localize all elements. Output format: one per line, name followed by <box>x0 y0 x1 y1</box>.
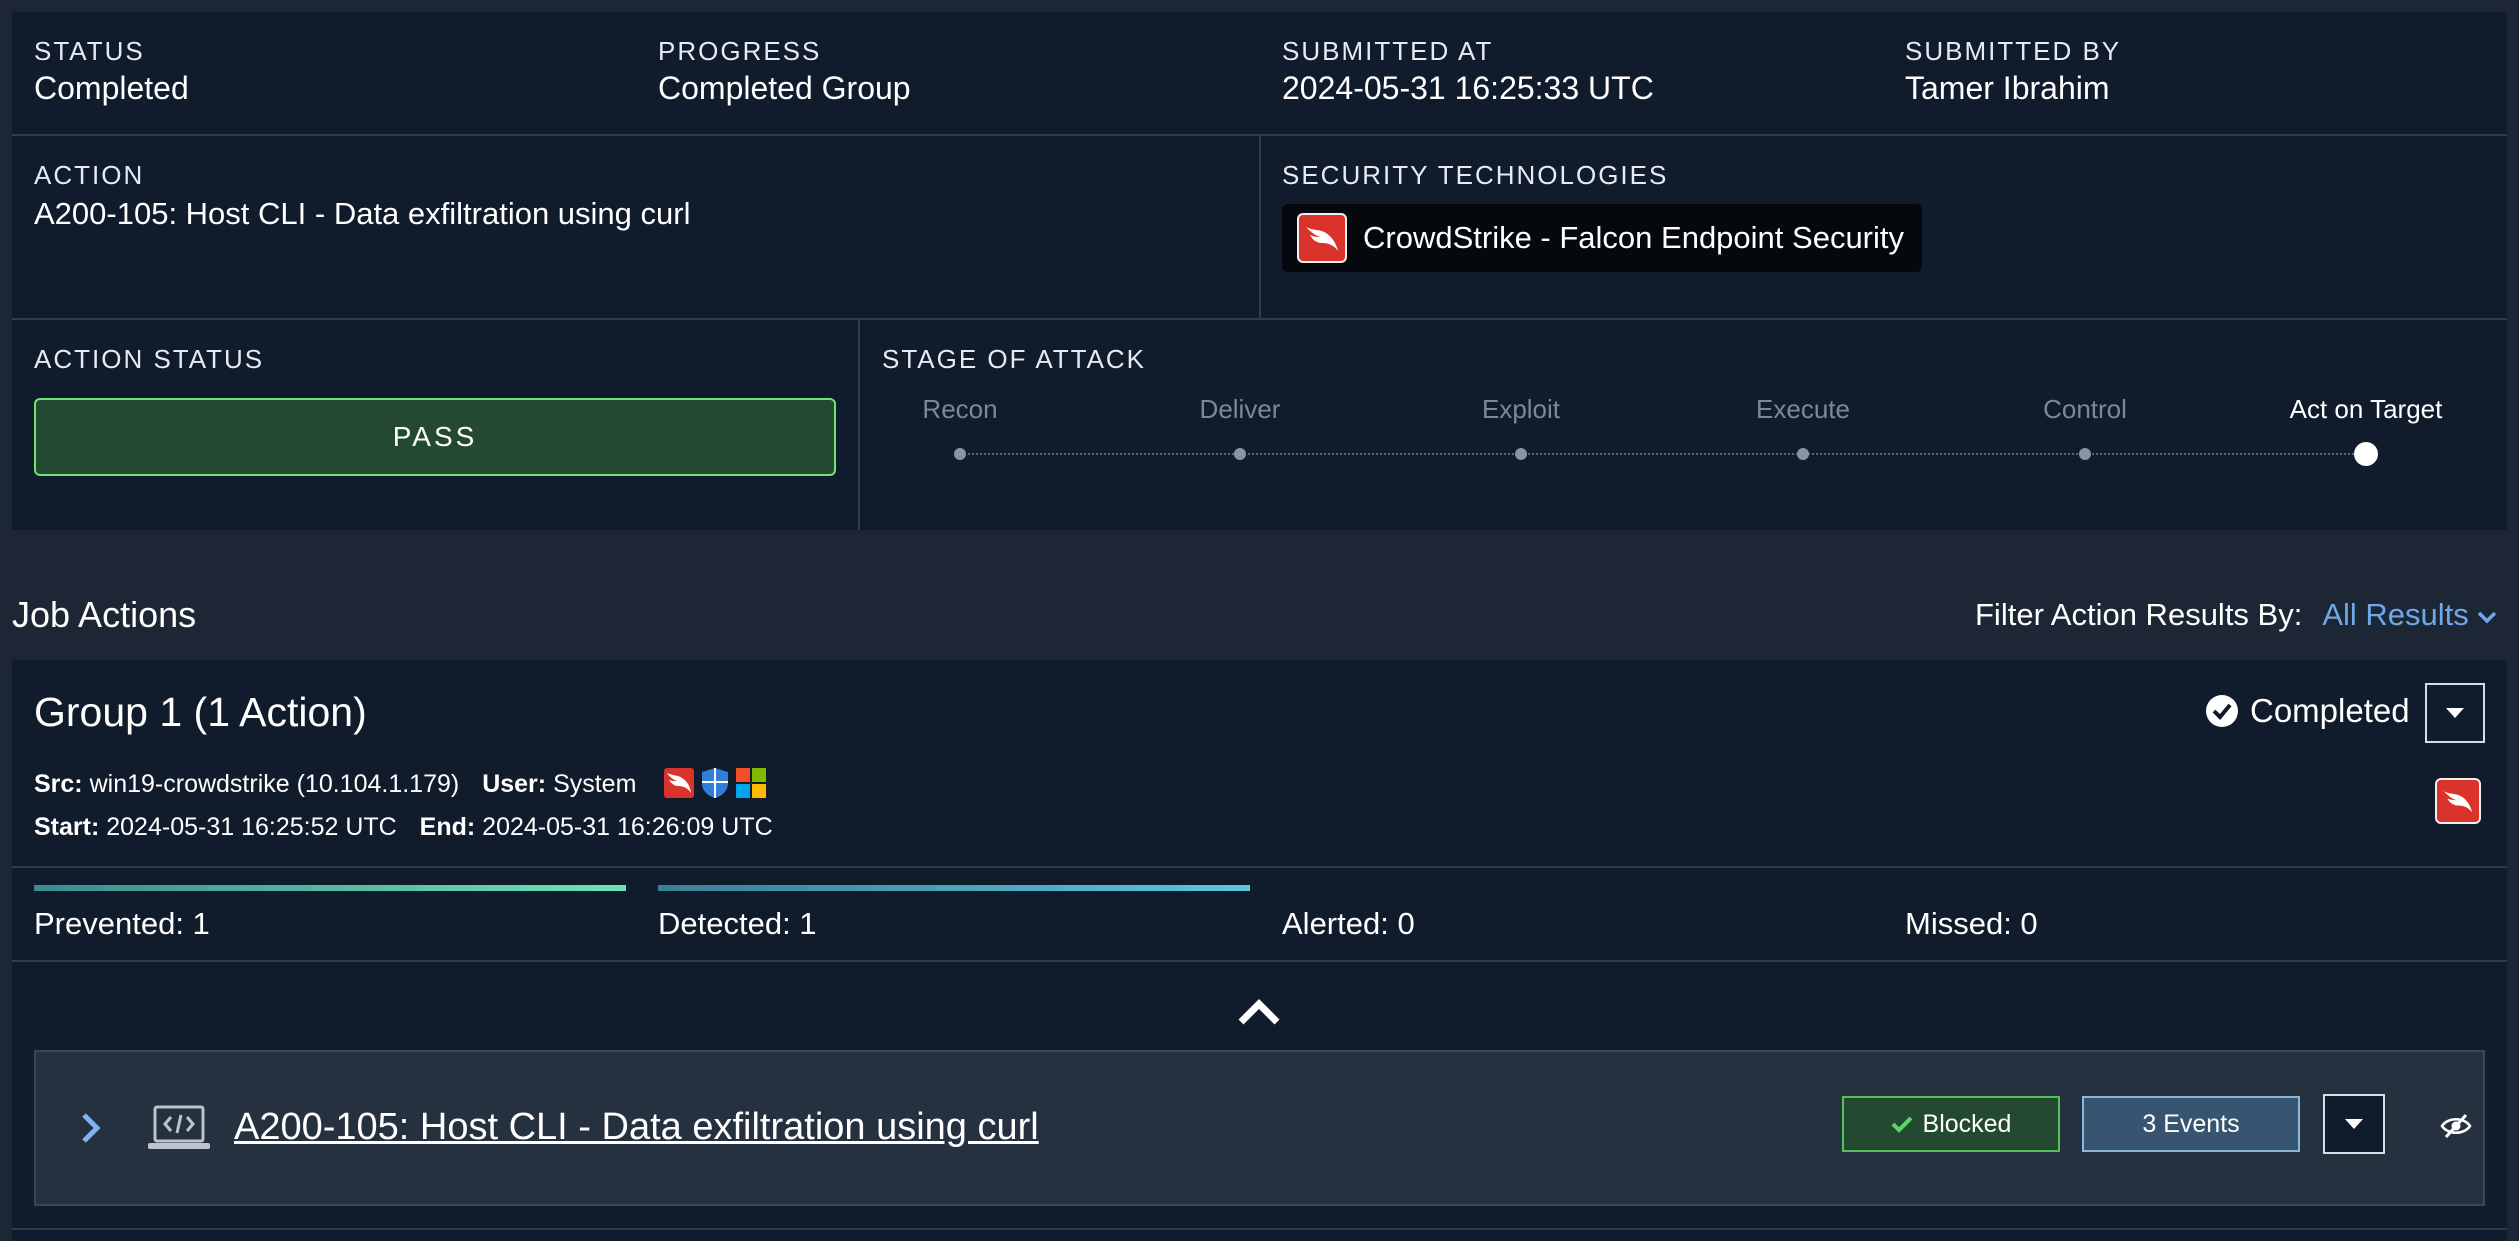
group-status: Completed <box>2206 692 2410 730</box>
action-status-label: ACTION STATUS <box>34 344 265 374</box>
security-technology-badge[interactable]: CrowdStrike - Falcon Endpoint Security <box>1282 204 1922 272</box>
security-technologies-label: SECURITY TECHNOLOGIES <box>1282 160 1669 190</box>
divider <box>12 318 2507 320</box>
group-start-end: Start: 2024-05-31 16:25:52 UTC End: 2024… <box>34 813 773 841</box>
stage-track <box>960 453 2366 455</box>
check-icon <box>1891 1116 1912 1133</box>
check-circle-icon <box>2206 695 2238 727</box>
crowdstrike-falcon-icon <box>1297 213 1347 263</box>
chevron-down-icon <box>2477 611 2497 624</box>
blocked-status-badge[interactable]: Blocked <box>1842 1096 2060 1152</box>
alerted-count: Alerted: 0 <box>1282 906 1415 941</box>
filter-label: Filter Action Results By: <box>1975 597 2303 632</box>
stage-deliver: Deliver <box>1199 394 1281 424</box>
caret-down-icon <box>2345 1119 2363 1129</box>
group-menu-button[interactable] <box>2425 683 2485 743</box>
submitted-by-label: SUBMITTED BY <box>1905 36 2122 66</box>
action-label: ACTION <box>34 160 145 190</box>
progress-value: Completed Group <box>658 70 911 106</box>
laptop-code-icon <box>148 1105 210 1149</box>
submitted-by-value: Tamer Ibrahim <box>1905 70 2110 106</box>
stage-dot-exploit <box>1515 448 1527 460</box>
divider <box>12 866 2507 868</box>
stage-execute: Execute <box>1756 394 1850 424</box>
caret-down-icon <box>2446 708 2464 718</box>
action-value: A200-105: Host CLI - Data exfiltration u… <box>34 196 691 231</box>
divider <box>12 960 2507 962</box>
security-technology-name: CrowdStrike - Falcon Endpoint Security <box>1363 220 1905 255</box>
group-end-value: 2024-05-31 16:26:09 UTC <box>482 813 773 841</box>
hide-eye-slash-icon[interactable] <box>2440 1112 2472 1140</box>
prevented-count: Prevented: 1 <box>34 906 210 941</box>
filter-control[interactable]: Filter Action Results By: All Results <box>1975 597 2497 633</box>
job-actions-title: Job Actions <box>12 594 197 635</box>
action-item-title[interactable]: A200-105: Host CLI - Data exfiltration u… <box>234 1106 1039 1149</box>
status-label: STATUS <box>34 36 145 66</box>
stage-dot-act-on-target <box>2354 442 2378 466</box>
group-src-value: win19-crowdstrike (10.104.1.179) <box>89 770 460 798</box>
blocked-label: Blocked <box>1922 1109 2012 1138</box>
group-start-value: 2024-05-31 16:25:52 UTC <box>106 813 397 841</box>
events-button[interactable]: 3 Events <box>2082 1096 2300 1152</box>
submitted-at-label: SUBMITTED AT <box>1282 36 1494 66</box>
divider <box>858 320 860 530</box>
group-title: Group 1 (1 Action) <box>34 689 367 735</box>
stage-dot-execute <box>1797 448 1809 460</box>
detected-bar <box>658 885 1250 891</box>
group-status-text: Completed <box>2250 692 2410 729</box>
stage-exploit: Exploit <box>1481 394 1561 424</box>
divider <box>1259 136 1261 318</box>
windows-icon <box>736 768 766 798</box>
stage-dot-deliver <box>1234 448 1246 460</box>
stage-dot-recon <box>954 448 966 460</box>
action-menu-button[interactable] <box>2323 1094 2385 1154</box>
stage-control: Control <box>2043 394 2127 424</box>
filter-value[interactable]: All Results <box>2322 597 2468 633</box>
crowdstrike-icon <box>664 768 694 798</box>
missed-count: Missed: 0 <box>1905 906 2038 941</box>
detected-count: Detected: 1 <box>658 906 817 941</box>
status-value: Completed <box>34 70 189 106</box>
divider <box>12 1228 2507 1230</box>
group-user-value: System <box>553 770 637 798</box>
submitted-at-value: 2024-05-31 16:25:33 UTC <box>1282 70 1654 106</box>
stage-act-on-target: Act on Target <box>2289 394 2443 424</box>
stage-of-attack-label: STAGE OF ATTACK <box>882 344 1147 374</box>
collapse-chevron-up-icon[interactable] <box>1237 996 1281 1026</box>
action-status-badge: PASS <box>34 398 836 476</box>
group-src-user: Src: win19-crowdstrike (10.104.1.179) Us… <box>34 770 637 798</box>
stage-recon: Recon <box>922 394 998 424</box>
stage-dot-control <box>2079 448 2091 460</box>
expand-chevron-right-icon[interactable] <box>80 1112 102 1144</box>
group-crowdstrike-icon <box>2435 778 2481 824</box>
progress-label: PROGRESS <box>658 36 822 66</box>
prevented-bar <box>34 885 626 891</box>
defender-shield-icon <box>702 768 728 798</box>
